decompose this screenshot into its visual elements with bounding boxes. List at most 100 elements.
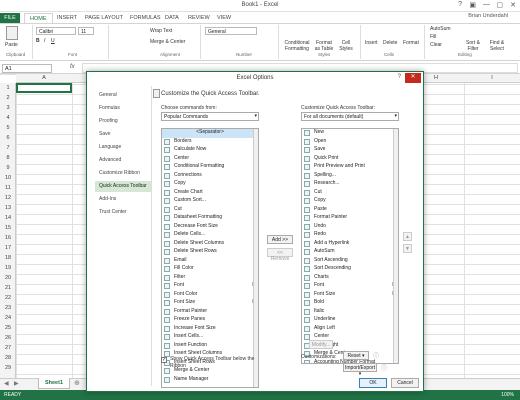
toolbar-item[interactable]: Sort Ascending bbox=[302, 257, 398, 266]
toolbar-item[interactable]: Copy bbox=[302, 197, 398, 206]
cell-styles-button[interactable]: Cell Styles bbox=[336, 40, 356, 52]
row-header[interactable]: 27 bbox=[0, 345, 16, 351]
close-window-icon[interactable]: ✕ bbox=[510, 1, 516, 9]
row-header[interactable]: 6 bbox=[0, 135, 16, 141]
italic-icon[interactable]: I bbox=[44, 38, 45, 44]
nav-item[interactable]: Quick Access Toolbar bbox=[95, 181, 151, 192]
nav-item[interactable]: Save bbox=[95, 129, 151, 140]
customize-toolbar-dropdown[interactable]: For all documents (default) ▾ bbox=[301, 112, 399, 121]
underline-icon[interactable]: U bbox=[51, 38, 55, 44]
tab-home[interactable]: HOME bbox=[24, 13, 53, 23]
command-item[interactable]: Custom Sort... bbox=[162, 197, 258, 206]
cancel-button[interactable]: Cancel bbox=[391, 378, 419, 388]
command-item[interactable]: Format Painter bbox=[162, 308, 258, 317]
help-icon[interactable]: ? bbox=[458, 1, 462, 8]
row-header[interactable]: 20 bbox=[0, 275, 16, 281]
toolbar-item[interactable]: Bold bbox=[302, 299, 398, 308]
insert-cells-button[interactable]: Insert bbox=[365, 40, 378, 46]
paste-icon[interactable] bbox=[6, 26, 18, 40]
row-header[interactable]: 29 bbox=[0, 365, 16, 371]
import-export-button[interactable]: Import/Export ▾ bbox=[343, 363, 377, 377]
show-below-checkbox[interactable]: ✓ bbox=[161, 357, 167, 363]
row-header[interactable]: 28 bbox=[0, 355, 16, 361]
row-header[interactable]: 16 bbox=[0, 235, 16, 241]
bold-icon[interactable]: B bbox=[36, 38, 40, 44]
toolbar-item[interactable]: Add a Hyperlink bbox=[302, 240, 398, 249]
name-box[interactable]: A1 bbox=[2, 64, 52, 73]
row-header[interactable]: 1 bbox=[0, 85, 16, 91]
row-header[interactable]: 11 bbox=[0, 185, 16, 191]
command-item[interactable]: Font Color▸ bbox=[162, 291, 258, 300]
command-item[interactable]: Cut bbox=[162, 206, 258, 215]
selected-cell[interactable] bbox=[16, 83, 72, 93]
toolbar-item[interactable]: Paste▸ bbox=[302, 206, 398, 215]
commands-scrollbar[interactable] bbox=[253, 129, 258, 387]
nav-item[interactable]: Advanced bbox=[95, 155, 151, 166]
nav-item[interactable]: Proofing bbox=[95, 116, 151, 127]
sheet-tab[interactable]: Sheet1 bbox=[38, 378, 70, 389]
toolbar-item[interactable]: FontI▸ bbox=[302, 282, 398, 291]
move-down-button[interactable]: ▼ bbox=[403, 244, 412, 253]
row-header[interactable]: 23 bbox=[0, 305, 16, 311]
command-item[interactable]: Filter bbox=[162, 274, 258, 283]
command-item[interactable]: Decrease Font Size bbox=[162, 223, 258, 232]
column-header[interactable]: I bbox=[464, 75, 520, 81]
command-item[interactable]: Delete Cells... bbox=[162, 231, 258, 240]
nav-item[interactable]: General bbox=[95, 90, 151, 101]
command-item[interactable]: Font SizeI▸ bbox=[162, 299, 258, 308]
find-select-button[interactable]: Find & Select bbox=[486, 40, 508, 52]
command-item[interactable]: FontI▸ bbox=[162, 282, 258, 291]
row-header[interactable]: 12 bbox=[0, 195, 16, 201]
command-item[interactable]: Delete Sheet Rows bbox=[162, 248, 258, 257]
toolbar-item[interactable]: Save bbox=[302, 146, 398, 155]
dialog-help-icon[interactable]: ? bbox=[398, 74, 401, 80]
row-header[interactable]: 15 bbox=[0, 225, 16, 231]
ribbon-display-icon[interactable]: ▣ bbox=[469, 1, 476, 9]
tab-file[interactable]: FILE bbox=[0, 13, 20, 23]
maximize-icon[interactable]: ▢ bbox=[496, 1, 503, 9]
sheet-scroll-left-icon[interactable]: ◀ bbox=[4, 380, 9, 387]
toolbar-item[interactable]: Charts▸ bbox=[302, 274, 398, 283]
sort-filter-button[interactable]: Sort & Filter bbox=[462, 40, 484, 52]
ok-button[interactable]: OK bbox=[359, 378, 387, 388]
command-item[interactable]: Increase Font Size bbox=[162, 325, 258, 334]
delete-cells-button[interactable]: Delete bbox=[383, 40, 397, 46]
row-header[interactable]: 26 bbox=[0, 335, 16, 341]
row-header[interactable]: 10 bbox=[0, 175, 16, 181]
toolbar-item[interactable]: Font SizeI▸ bbox=[302, 291, 398, 300]
format-as-table-button[interactable]: Format as Table bbox=[313, 40, 335, 52]
row-header[interactable]: 17 bbox=[0, 245, 16, 251]
modify-button[interactable]: Modify... bbox=[309, 340, 333, 349]
column-header[interactable]: A bbox=[16, 75, 72, 81]
row-header[interactable]: 7 bbox=[0, 145, 16, 151]
user-name[interactable]: Brian Underdahl bbox=[468, 13, 508, 19]
toolbar-items-scrollbar[interactable] bbox=[393, 129, 398, 363]
row-header[interactable]: 2 bbox=[0, 95, 16, 101]
command-item[interactable]: Borders▸ bbox=[162, 138, 258, 147]
toolbar-item[interactable]: Underline bbox=[302, 316, 398, 325]
row-header[interactable]: 18 bbox=[0, 255, 16, 261]
toolbar-item[interactable]: Align Left bbox=[302, 325, 398, 334]
nav-item[interactable]: Add-Ins bbox=[95, 194, 151, 205]
command-item[interactable]: Datasheet Formatting bbox=[162, 214, 258, 223]
row-header[interactable]: 25 bbox=[0, 325, 16, 331]
merge-center-button[interactable]: Merge & Center bbox=[150, 39, 185, 45]
command-item[interactable]: Conditional Formatting▸ bbox=[162, 163, 258, 172]
nav-item[interactable]: Customize Ribbon bbox=[95, 168, 151, 179]
autosum-button[interactable]: AutoSum bbox=[430, 26, 451, 32]
tab-insert[interactable]: INSERT bbox=[52, 13, 82, 23]
nav-item[interactable]: Trust Center bbox=[95, 207, 151, 218]
toolbar-item[interactable]: Quick Print bbox=[302, 155, 398, 164]
row-header[interactable]: 21 bbox=[0, 285, 16, 291]
add-button[interactable]: Add >> bbox=[267, 235, 293, 244]
row-header[interactable]: 22 bbox=[0, 295, 16, 301]
toolbar-item[interactable]: Print Preview and Print bbox=[302, 163, 398, 172]
row-header[interactable]: 3 bbox=[0, 105, 16, 111]
toolbar-item[interactable]: Research... bbox=[302, 180, 398, 189]
command-item[interactable]: Center bbox=[162, 155, 258, 164]
show-below-label[interactable]: Show Quick Access Toolbar below the Ribb… bbox=[170, 356, 260, 370]
toolbar-item[interactable]: Open bbox=[302, 138, 398, 147]
tab-page-layout[interactable]: PAGE LAYOUT bbox=[80, 13, 128, 23]
command-item[interactable]: Create Chart bbox=[162, 189, 258, 198]
row-header[interactable]: 4 bbox=[0, 115, 16, 121]
